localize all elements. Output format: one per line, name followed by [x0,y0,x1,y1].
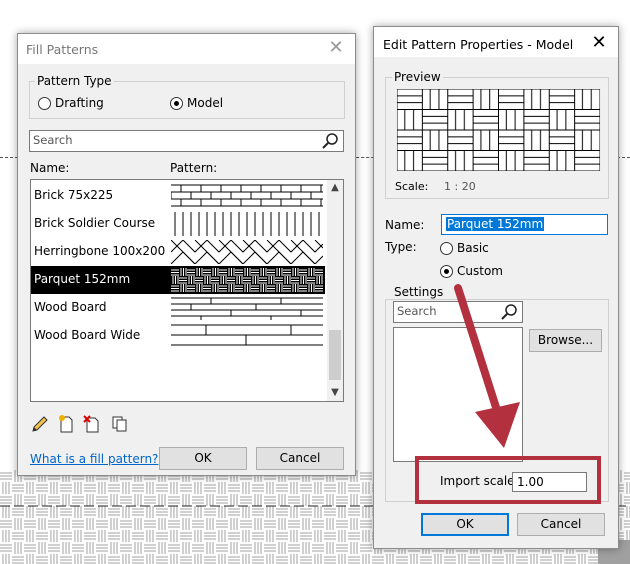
radio-drafting[interactable]: Drafting [38,96,104,110]
titlebar: Fill Patterns ✕ [18,34,355,64]
pattern-name-value: Parquet 152mm [446,217,545,231]
pattern-name: Wood Board [34,300,107,314]
name-label: Name: [385,218,425,232]
list-scrollbar[interactable]: ▲ ▼ [327,180,343,401]
wood-board-wide-pattern-swatch [171,324,323,346]
pattern-name: Wood Board Wide [34,328,141,342]
wood-board-pattern-swatch [171,297,323,320]
duplicate-icon[interactable] [110,414,130,434]
scroll-down-icon[interactable]: ▼ [327,385,343,401]
delete-pattern-icon[interactable] [82,414,102,434]
radio-drafting-label: Drafting [55,96,104,110]
settings-label: Settings [392,285,446,299]
pencil-icon[interactable] [30,414,50,434]
list-item[interactable]: Brick 75x225 [31,182,325,210]
dialog-title: Fill Patterns [26,42,99,57]
radio-custom[interactable]: Custom [440,264,503,278]
radio-custom-label: Custom [457,264,503,278]
cancel-button[interactable]: Cancel [256,447,344,470]
close-icon[interactable]: ✕ [588,32,610,54]
radio-model-label: Model [187,96,224,110]
scale-label: Scale: [395,180,429,193]
pattern-name: Brick 75x225 [34,188,114,202]
list-item[interactable]: Herringbone 100x200 [31,238,325,266]
dialog-title: Edit Pattern Properties - Model [383,37,574,52]
search-placeholder: Search [397,304,437,318]
new-pattern-icon[interactable] [56,414,76,434]
annotation-highlight-box [415,456,601,504]
column-pattern-header: Pattern: [170,161,218,175]
search-icon[interactable] [322,132,340,150]
list-item[interactable]: Wood Board Wide [31,322,325,350]
radio-custom-circle [440,264,453,278]
scroll-thumb[interactable] [329,330,341,380]
list-item-selected[interactable]: Parquet 152mm [31,266,325,294]
radio-basic-circle [440,241,453,255]
pattern-preview [396,89,601,171]
ok-button[interactable]: OK [159,447,247,470]
titlebar: Edit Pattern Properties - Model ✕ [374,27,618,57]
pattern-name: Herringbone 100x200 [34,244,166,258]
type-label: Type: [385,240,417,254]
pattern-name: Brick Soldier Course [34,216,156,230]
parquet-pattern-swatch [171,268,323,292]
help-link[interactable]: What is a fill pattern? [30,452,158,466]
column-name-header: Name: [30,161,70,175]
scroll-up-icon[interactable]: ▲ [327,180,343,196]
pattern-list[interactable]: Brick 75x225 Brick Soldier Course Herrin… [30,179,344,402]
search-placeholder: Search [33,133,73,147]
scale-value: 1 : 20 [444,180,476,193]
annotation-arrow-icon [454,284,520,448]
close-icon[interactable]: ✕ [325,37,347,59]
radio-basic-label: Basic [457,241,489,255]
radio-model-circle [170,96,183,110]
list-item[interactable]: Wood Board [31,294,325,322]
radio-basic[interactable]: Basic [440,241,489,255]
cancel-button[interactable]: Cancel [517,513,605,536]
brick-pattern-swatch [171,184,323,207]
list-item[interactable]: Brick Soldier Course [31,210,325,238]
herringbone-pattern-swatch [171,240,323,264]
radio-drafting-circle [38,96,51,110]
browse-button[interactable]: Browse... [529,329,602,352]
ok-button[interactable]: OK [421,513,509,536]
soldier-course-pattern-swatch [174,212,320,236]
pattern-search-input[interactable]: Search [29,130,344,152]
pattern-name-input[interactable]: Parquet 152mm [441,214,608,235]
fill-patterns-dialog: Fill Patterns ✕ Pattern Type Drafting Mo… [17,33,356,476]
pattern-name: Parquet 152mm [34,272,131,286]
preview-label: Preview [392,70,443,84]
pattern-type-label: Pattern Type [35,74,114,88]
radio-model[interactable]: Model [170,96,223,110]
